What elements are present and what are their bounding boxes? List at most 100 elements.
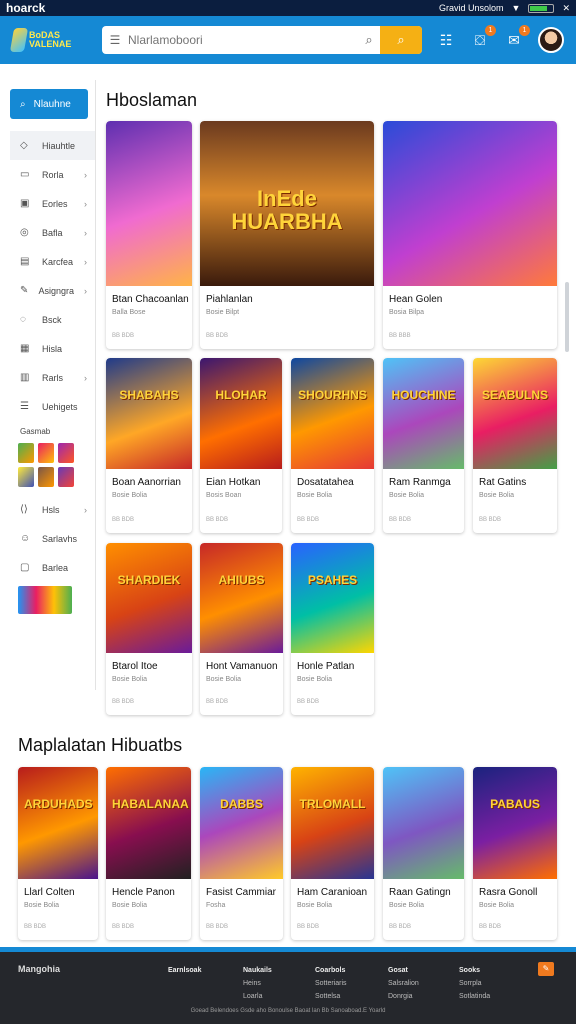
sidebar-thumb[interactable] xyxy=(18,586,72,614)
chart-icon: ▤ xyxy=(20,256,30,267)
controller-icon: ◎ xyxy=(20,227,29,238)
game-card[interactable]: DABBS Fasist Cammiar Fosha BB BDB xyxy=(200,767,283,940)
scrollbar[interactable] xyxy=(565,282,569,352)
game-meta: BB BDB xyxy=(297,699,320,705)
game-card[interactable]: SEABULNS Rat Gatins Bosie Bolia BB BDB xyxy=(473,358,557,533)
game-thumbnail[interactable]: HABALANAA xyxy=(106,767,191,879)
list-icon[interactable]: ☷ xyxy=(436,30,456,50)
game-card[interactable]: TRLOMALL Ham Caranioan Bosie Bolia BB BDB xyxy=(291,767,374,940)
game-card[interactable]: Btan Chacoanlan Balla Bose BB BDB xyxy=(106,121,192,349)
game-thumbnail[interactable]: PABAUS xyxy=(473,767,557,879)
game-logo-text: SHABAHS xyxy=(119,388,179,403)
game-thumbnail[interactable]: SHOURHNS xyxy=(291,358,374,469)
search-button[interactable]: ⌕ xyxy=(380,26,422,54)
sidebar-item[interactable]: ⟨⟩ Hsls › xyxy=(10,495,95,524)
game-thumbnail[interactable] xyxy=(106,121,192,286)
footer-link[interactable]: Sotteriaris xyxy=(315,977,347,990)
notification-icon[interactable]: ✉ 1 xyxy=(504,25,530,50)
game-logo-text: ARDUHADS xyxy=(24,797,93,812)
game-card[interactable]: SHABAHS Boan Aanorrian Bosie Bolia BB BDB xyxy=(106,358,192,533)
game-subtitle: Bosie Bilpt xyxy=(206,309,240,316)
game-thumbnail[interactable]: ARDUHADS xyxy=(18,767,98,879)
game-thumbnail[interactable]: DABBS xyxy=(200,767,283,879)
footer-link[interactable]: Heins xyxy=(243,977,272,990)
sidebar-thumb[interactable] xyxy=(38,467,54,487)
game-card[interactable]: SHOURHNS Dosatatahea Bosie Bolia BB BDB xyxy=(291,358,374,533)
game-card[interactable]: PABAUS Rasra Gonoll Bosie Bolia BB BDB xyxy=(473,767,557,940)
sidebar-item-label: Bafla xyxy=(42,227,63,238)
game-card[interactable]: HABALANAA Hencle Panon Bosie Bolia BB BDB xyxy=(106,767,191,940)
game-subtitle: Bosie Bolia xyxy=(297,902,333,909)
game-meta: BB BDB xyxy=(297,517,320,523)
footer-column-heading: Naukails xyxy=(243,967,272,974)
game-thumbnail[interactable]: SEABULNS xyxy=(473,358,557,469)
game-card[interactable]: InEde HUARBHA Piahlanlan Bosie Bilpt BB BDB xyxy=(200,121,374,349)
sidebar-home-button[interactable]: ⌕ Nlauhne xyxy=(10,89,88,119)
game-thumbnail[interactable] xyxy=(383,121,557,286)
game-card[interactable]: PSAHES Honle Patlan Bosie Bolia BB BDB xyxy=(291,543,374,715)
sidebar-item[interactable]: ▦ Hisla xyxy=(10,334,95,363)
game-thumbnail[interactable] xyxy=(383,767,464,879)
game-card[interactable]: AHIUBS Hont Vamanuon Bosie Bolia BB BDB xyxy=(200,543,283,715)
site-logo[interactable]: BoDAS VALENAE xyxy=(9,24,82,56)
footer-action-button[interactable]: ✎ xyxy=(538,962,554,976)
sidebar-item-label: Hsls xyxy=(42,504,60,515)
close-icon[interactable]: ✕ xyxy=(562,3,570,14)
sidebar-thumbs-row xyxy=(10,586,95,614)
search-input[interactable] xyxy=(128,26,358,54)
sidebar-thumb[interactable] xyxy=(18,443,34,463)
footer-link[interactable]: Salsralion xyxy=(388,977,419,990)
game-meta: BB BDB xyxy=(206,699,229,705)
sidebar-item-label: Karcfea xyxy=(42,256,74,267)
sidebar-item[interactable]: ◌ Bsck xyxy=(10,305,95,334)
game-subtitle: Bosie Bolia xyxy=(297,676,333,683)
sidebar-item[interactable]: ☺ Sarlavhs xyxy=(10,524,95,553)
sidebar-item[interactable]: ☰ Uehigets xyxy=(10,392,95,421)
sidebar-item[interactable]: ▥ Rarls › xyxy=(10,363,95,392)
sidebar-item[interactable]: ▭ Rorla › xyxy=(10,160,95,189)
footer-link[interactable]: Loarla xyxy=(243,990,272,1003)
sidebar: ⌕ Nlauhne ◇ Hiauhtle ▭ Rorla › ▣ Eorles › ◎ Bafla… xyxy=(10,80,96,690)
game-thumbnail[interactable]: AHIUBS xyxy=(200,543,283,653)
footer-link[interactable]: Sorrpla xyxy=(459,977,490,990)
footer-link[interactable]: Donrgia xyxy=(388,990,419,1003)
sidebar-thumb[interactable] xyxy=(18,467,34,487)
game-meta: BB BDB xyxy=(297,924,320,930)
sidebar-item[interactable]: ▤ Karcfea › xyxy=(10,247,95,276)
game-card[interactable]: ARDUHADS Llarl Colten Bosie Bolia BB BDB xyxy=(18,767,98,940)
game-thumbnail[interactable]: TRLOMALL xyxy=(291,767,374,879)
sidebar-item[interactable]: ◎ Bafla › xyxy=(10,218,95,247)
sidebar-item[interactable]: ✎ Asigngra › xyxy=(10,276,95,305)
game-card[interactable]: Raan Gatingn Bosie Bolia BB BDB xyxy=(383,767,464,940)
sidebar-thumb[interactable] xyxy=(58,467,74,487)
game-thumbnail[interactable]: HLOHAR xyxy=(200,358,282,469)
sidebar-thumb[interactable] xyxy=(38,443,54,463)
game-thumbnail[interactable]: HOUCHINE xyxy=(383,358,464,469)
sidebar-item-label: Sarlavhs xyxy=(42,533,78,544)
game-thumbnail[interactable]: SHABAHS xyxy=(106,358,192,469)
footer-link[interactable]: Sotlatinda xyxy=(459,990,490,1003)
game-thumbnail[interactable]: SHARDIEK xyxy=(106,543,192,653)
game-card[interactable]: SHARDIEK Btarol Itoe Bosie Bolia BB BDB xyxy=(106,543,192,715)
sidebar-thumb[interactable] xyxy=(58,443,74,463)
game-card[interactable]: Hean Golen Bosia Bilpa BB BBB xyxy=(383,121,557,349)
gift-icon[interactable]: ⛋ 1 xyxy=(470,25,496,50)
avatar[interactable] xyxy=(538,27,564,53)
chevron-right-icon: › xyxy=(84,198,87,209)
search-icon[interactable]: ⌕ xyxy=(358,32,380,48)
footer-link[interactable]: Sottelsa xyxy=(315,990,347,1003)
gift-badge: 1 xyxy=(485,25,496,36)
footer: Mangohia Earnlsoak Naukails Heins Loarla Coa… xyxy=(0,952,576,1024)
game-card[interactable]: HLOHAR Eian Hotkan Bosis Boan BB BDB xyxy=(200,358,282,533)
game-title: Fasist Cammiar xyxy=(206,887,277,898)
game-subtitle: Bosie Bolia xyxy=(24,902,60,909)
sidebar-item[interactable]: ▢ Barlea xyxy=(10,553,95,582)
game-thumbnail[interactable]: InEde HUARBHA xyxy=(200,121,374,286)
chevron-right-icon: › xyxy=(84,169,87,180)
menu-icon[interactable]: ☰ xyxy=(102,33,128,47)
sidebar-item[interactable]: ◇ Hiauhtle xyxy=(10,131,95,160)
sidebar-item[interactable]: ▣ Eorles › xyxy=(10,189,95,218)
footer-column-heading: Gosat xyxy=(388,967,408,974)
game-card[interactable]: HOUCHINE Ram Ranmga Bosie Bolia BB BDB xyxy=(383,358,464,533)
game-thumbnail[interactable]: PSAHES xyxy=(291,543,374,653)
